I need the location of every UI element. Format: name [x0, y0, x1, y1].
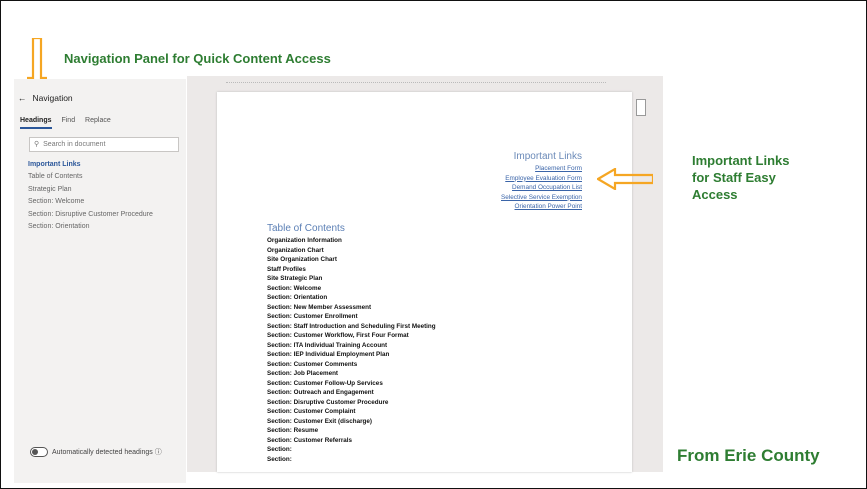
- toc-item[interactable]: Section: Staff Introduction and Scheduli…: [267, 322, 436, 332]
- toc-item[interactable]: Section: IEP Individual Employment Plan: [267, 350, 436, 360]
- toc-item[interactable]: Section: Customer Complaint: [267, 407, 436, 417]
- toc-title: Table of Contents: [267, 223, 345, 234]
- info-icon[interactable]: ⓘ: [155, 447, 162, 457]
- nav-item-section-welcome[interactable]: Section: Welcome: [28, 196, 153, 208]
- nav-item-strategic-plan[interactable]: Strategic Plan: [28, 184, 153, 196]
- annotation-important-links: Important Links for Staff Easy Access: [692, 152, 822, 203]
- nav-tabs: Headings Find Replace: [20, 117, 119, 129]
- annotation-source: From Erie County: [677, 446, 820, 465]
- toc-item[interactable]: Section: Customer Comments: [267, 360, 436, 370]
- toc-item[interactable]: Organization Information: [267, 236, 436, 246]
- toc-item[interactable]: Section: Customer Workflow, First Four F…: [267, 331, 436, 341]
- toc-item[interactable]: Staff Profiles: [267, 265, 436, 275]
- tab-replace[interactable]: Replace: [85, 117, 111, 127]
- important-links-title: Important Links: [513, 151, 582, 162]
- search-input[interactable]: ⚲ Search in document: [29, 137, 179, 152]
- annotation-navigation-panel: Navigation Panel for Quick Content Acces…: [64, 51, 331, 66]
- auto-headings-label: Automatically detected headings: [52, 449, 153, 456]
- auto-headings-toggle[interactable]: [30, 447, 48, 458]
- toc-item[interactable]: Site Organization Chart: [267, 255, 436, 265]
- link-orientation-power-point[interactable]: Orientation Power Point: [501, 202, 583, 212]
- toc-item[interactable]: Organization Chart: [267, 246, 436, 256]
- toc-item[interactable]: Section: Outreach and Engagement: [267, 388, 436, 398]
- toc-item[interactable]: Section: Customer Follow-Up Services: [267, 379, 436, 389]
- auto-headings-row: Automatically detected headings ⓘ: [30, 447, 162, 458]
- annotation-line-1: Important Links: [692, 153, 790, 168]
- toc-item[interactable]: Section: Welcome: [267, 284, 436, 294]
- toc-item[interactable]: Section:: [267, 455, 436, 465]
- link-selective-service[interactable]: Selective Service Exemption: [501, 193, 582, 203]
- link-placement-form[interactable]: Placement Form: [501, 164, 582, 174]
- toc-item[interactable]: Section: Resume: [267, 426, 436, 436]
- nav-item-important-links[interactable]: Important Links: [28, 159, 153, 171]
- important-links-block: Important Links Placement Form Employee …: [501, 151, 582, 212]
- toc-item[interactable]: Section: Customer Enrollment: [267, 312, 436, 322]
- toc-item[interactable]: Section: Customer Exit (discharge): [267, 417, 436, 427]
- nav-title: Navigation: [32, 93, 73, 103]
- toc-item[interactable]: Section: Orientation: [267, 293, 436, 303]
- toc-item[interactable]: Section:: [267, 445, 436, 455]
- annotation-line-2: for Staff Easy: [692, 170, 776, 185]
- document-page: Important Links Placement Form Employee …: [217, 92, 632, 472]
- page-view-icon[interactable]: [636, 99, 646, 116]
- search-icon: ⚲: [34, 141, 40, 148]
- nav-item-table-of-contents[interactable]: Table of Contents: [28, 171, 153, 183]
- search-placeholder: Search in document: [43, 141, 106, 148]
- toc-item[interactable]: Section: Disruptive Customer Procedure: [267, 398, 436, 408]
- nav-item-section-disruptive[interactable]: Section: Disruptive Customer Procedure: [28, 209, 153, 221]
- toc-item[interactable]: Section: Job Placement: [267, 369, 436, 379]
- tab-find[interactable]: Find: [61, 117, 75, 127]
- toc-item[interactable]: Section: New Member Assessment: [267, 303, 436, 313]
- toc-list: Organization Information Organization Cha…: [267, 236, 436, 464]
- nav-item-section-orientation[interactable]: Section: Orientation: [28, 221, 153, 233]
- tab-headings[interactable]: Headings: [20, 117, 52, 129]
- navigation-pane: ← Navigation Headings Find Replace ⚲ Searc…: [14, 79, 186, 483]
- back-arrow-icon[interactable]: ←: [18, 93, 27, 103]
- arrow-left-icon: [597, 168, 653, 190]
- nav-header: ← Navigation: [18, 93, 73, 103]
- annotation-line-3: Access: [692, 187, 738, 202]
- toc-item[interactable]: Site Strategic Plan: [267, 274, 436, 284]
- link-demand-occupation[interactable]: Demand Occupation List: [501, 183, 582, 193]
- toc-item[interactable]: Section: Customer Referrals: [267, 436, 436, 446]
- link-employee-evaluation[interactable]: Employee Evaluation Form: [501, 174, 582, 184]
- heading-list: Important Links Table of Contents Strate…: [28, 159, 153, 233]
- toc-item[interactable]: Section: ITA Individual Training Account: [267, 341, 436, 351]
- ruler: [226, 76, 606, 83]
